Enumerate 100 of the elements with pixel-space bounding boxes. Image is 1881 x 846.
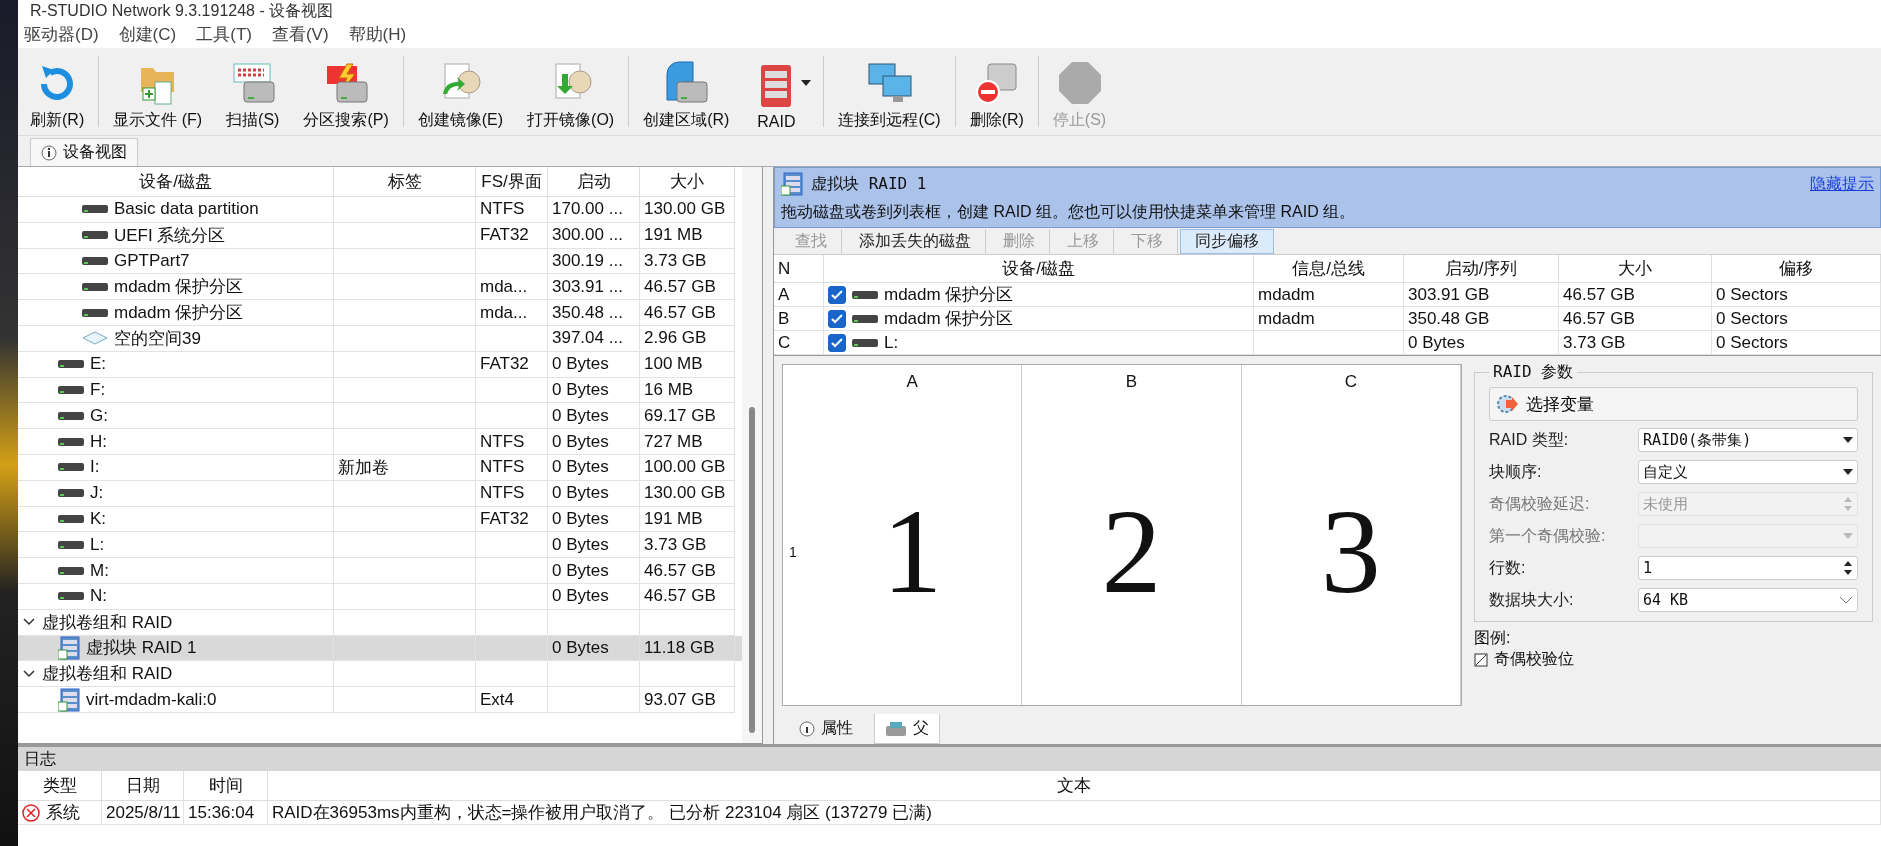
column-header[interactable]: 偏移 (1712, 255, 1881, 283)
tree-row[interactable]: H: NTFS 0 Bytes 727 MB (18, 429, 742, 455)
column-header[interactable]: 大小 (1559, 255, 1712, 283)
spin-arrows-icon[interactable] (1843, 560, 1853, 576)
toolbar-button[interactable]: 刷新(R) (18, 52, 97, 131)
menu-item[interactable]: 创建(C) (118, 22, 177, 46)
column-header[interactable]: FS/界面 (476, 167, 548, 197)
offset-value: 0 Sectors (1716, 284, 1788, 305)
view-tab[interactable]: 设备视图 (30, 138, 138, 166)
toolbar-button[interactable]: 连接到远程(C) (826, 52, 953, 131)
toolbar-button[interactable]: 分区搜索(P) (291, 52, 401, 131)
toolbar-button[interactable]: 显示文件 (F) (101, 52, 215, 131)
column-header[interactable]: 设备/磁盘 (18, 167, 334, 197)
tree-row[interactable]: E: FAT32 0 Bytes 100 MB (18, 351, 742, 378)
column-header[interactable]: 设备/磁盘 (824, 255, 1254, 283)
menu-item[interactable]: 工具(T) (196, 22, 252, 46)
expanded-caret-icon[interactable] (22, 617, 36, 628)
file-system: NTFS (480, 483, 525, 504)
drive-icon (82, 281, 108, 292)
tree-row[interactable]: G: 0 Bytes 69.17 GB (18, 403, 742, 430)
toolbar-button[interactable]: 创建镜像(E) (405, 52, 516, 131)
tree-row[interactable]: I: 新加卷 NTFS 0 Bytes 100.00 GB (18, 454, 742, 481)
raid-volume-icon (58, 635, 80, 660)
tree-row[interactable]: UEFI 系统分区 FAT32 300.00 ... 191 MB (18, 222, 742, 249)
checkbox[interactable] (828, 309, 846, 328)
volume-label: 新加卷 (338, 456, 389, 479)
select-field[interactable]: RAID0(条带集) (1638, 428, 1858, 452)
drive-icon (58, 488, 84, 499)
checkbox[interactable] (828, 333, 846, 352)
file-system: NTFS (480, 457, 525, 478)
tree-row[interactable]: Basic data partition NTFS 170.00 ... 130.00 GB (18, 197, 742, 223)
hide-hint-link[interactable]: 隐藏提示 (1810, 173, 1874, 195)
tree-row[interactable]: M: 0 Bytes 46.57 GB (18, 558, 742, 584)
toolbar-button[interactable]: 删除(R) (957, 52, 1036, 131)
menu-item[interactable]: 查看(V) (271, 22, 329, 46)
tree-row[interactable]: mdadm 保护分区 mda... 350.48 ... 46.57 GB (18, 300, 742, 326)
column-header[interactable]: 标签 (334, 167, 476, 197)
group-title: RAID 参数 (1492, 362, 1575, 383)
scrollbar[interactable] (742, 167, 762, 743)
select-variant-button[interactable]: 选择变量 (1489, 387, 1858, 421)
action-button[interactable]: 添加丢失的磁盘 (844, 228, 986, 254)
tree-row[interactable]: virt-mdadm-kali:0 Ext4 93.07 GB (18, 687, 742, 713)
size-value: 3.73 GB (1563, 332, 1626, 353)
toolbar-button[interactable]: RAID (741, 52, 812, 131)
hatched-square-icon (1474, 652, 1488, 667)
tree-row[interactable]: L: 0 Bytes 3.73 GB (18, 532, 742, 559)
panel-tab[interactable]: 父 (874, 714, 940, 744)
checkbox[interactable] (828, 285, 846, 304)
start-offset: 0 Bytes (552, 508, 609, 529)
spin-field[interactable]: 1 (1638, 556, 1858, 580)
toolbar-button[interactable]: 创建区域(R) (631, 52, 742, 131)
menu-item[interactable]: 帮助(H) (348, 22, 407, 46)
toolbar-button[interactable]: 扫描(S) (214, 52, 292, 131)
tree-row[interactable]: 虚拟卷组和 RAID (18, 661, 742, 688)
block-number: 1 (803, 399, 1023, 705)
start-offset: 0 Bytes (552, 586, 609, 607)
tree-row[interactable]: 空的空间39 397.04 ... 2.96 GB (18, 326, 742, 352)
device-name: G: (90, 405, 108, 426)
legend-label: 奇偶校验位 (1494, 649, 1574, 669)
tree-row[interactable]: J: NTFS 0 Bytes 130.00 GB (18, 480, 742, 507)
disk-column-header: C (1241, 365, 1461, 399)
dropdown-arrow-icon[interactable] (1843, 469, 1853, 475)
tree-row[interactable]: GPTPart7 300.19 ... 3.73 GB (18, 248, 742, 275)
select-field[interactable]: 自定义 (1638, 460, 1858, 484)
tree-row[interactable]: 虚拟块 RAID 1 0 Bytes 11.18 GB (18, 635, 742, 662)
column-header[interactable]: 日期 (102, 771, 184, 801)
drive-icon (58, 513, 84, 524)
column-header[interactable]: 启动/序列 (1404, 255, 1559, 283)
device-name: mdadm 保护分区 (114, 276, 244, 299)
file-system: FAT32 (480, 508, 529, 529)
tree-row[interactable]: N: 0 Bytes 46.57 GB (18, 583, 742, 610)
tree-row[interactable]: F: 0 Bytes 16 MB (18, 377, 742, 404)
chevron-down-icon[interactable] (1839, 596, 1853, 604)
field-label: 奇偶校验延迟: (1489, 493, 1591, 514)
size-value: 3.73 GB (644, 251, 707, 271)
empty-space-icon (82, 331, 108, 346)
menu-item[interactable]: 驱动器(D) (24, 22, 99, 46)
file-system: mda... (480, 302, 528, 323)
tree-row[interactable]: mdadm 保护分区 mda... 303.91 ... 46.57 GB (18, 274, 742, 301)
toolbar-button[interactable]: 打开镜像(O) (515, 52, 627, 131)
column-header[interactable]: 大小 (640, 167, 735, 197)
dropdown-arrow-icon[interactable] (1843, 437, 1853, 443)
size-value: 191 MB (644, 225, 703, 246)
tree-row[interactable]: K: FAT32 0 Bytes 191 MB (18, 506, 742, 533)
column-header[interactable]: N (774, 255, 824, 283)
block-number: 3 (1241, 399, 1461, 705)
action-button[interactable]: 同步偏移 (1180, 228, 1274, 254)
column-header[interactable]: 类型 (18, 771, 102, 801)
column-header[interactable]: 信息/总线 (1254, 255, 1404, 283)
combo-field[interactable]: 64 KB (1638, 588, 1858, 612)
panel-tab[interactable]: 属性 (788, 714, 864, 744)
column-header[interactable]: 文本 (268, 771, 1881, 801)
dropdown-arrow-icon[interactable] (801, 79, 812, 86)
column-header[interactable]: 时间 (184, 771, 268, 801)
error-icon (22, 803, 40, 822)
column-header[interactable]: 启动 (548, 167, 640, 197)
expanded-caret-icon[interactable] (22, 668, 36, 679)
tree-row[interactable]: 虚拟卷组和 RAID (18, 609, 742, 636)
size-value: 46.57 GB (644, 276, 716, 297)
size-value: 46.57 GB (1563, 284, 1635, 305)
